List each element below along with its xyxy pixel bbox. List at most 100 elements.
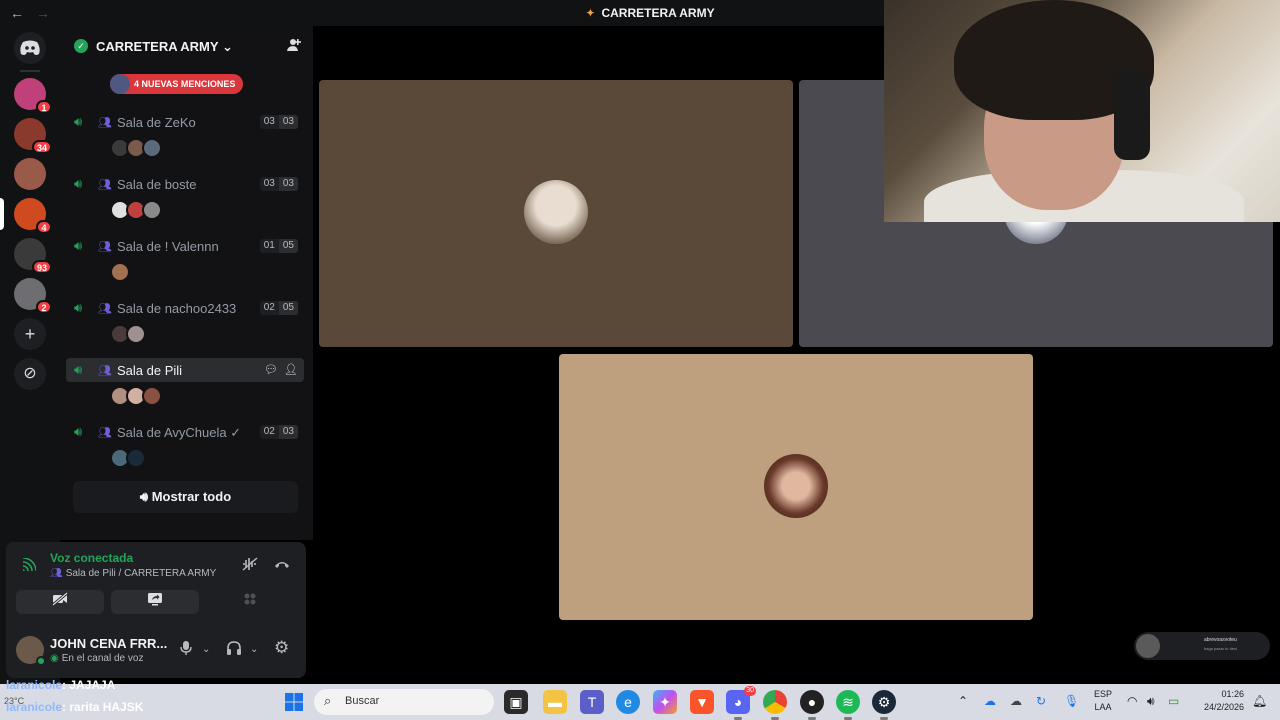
onedrive-icon[interactable]: ☁ [984, 694, 996, 708]
video-tile-1[interactable] [319, 80, 793, 347]
lang-line-1: ESP [1094, 689, 1113, 699]
wifi-icon[interactable]: ◠ [1127, 694, 1137, 708]
microphone-icon[interactable] [180, 640, 192, 659]
teams-icon[interactable]: T [580, 690, 604, 714]
server-icon-4[interactable]: 4 [14, 198, 52, 234]
volume-icon[interactable]: 🔊︎ [1147, 694, 1155, 709]
discover-icon[interactable]: ⊘ [14, 358, 46, 390]
activities-button[interactable] [206, 590, 294, 614]
voice-channel-item[interactable]: 🔊︎ 👥︎ Sala de Pili 💬︎ 👤︎ [66, 358, 304, 382]
group-icon: 👥︎ [98, 427, 112, 439]
channel-name: Sala de ZeKo [117, 115, 196, 130]
voice-channel-item[interactable]: 🔊︎ 👥︎ Sala de nachoo2433 02 05 [66, 296, 304, 320]
microphone-tray-icon[interactable]: 🎙︎ [1064, 694, 1079, 708]
server-header[interactable]: ✓ CARRETERA ARMY ⌄ [60, 26, 313, 66]
voice-channel-item[interactable]: 🔊︎ 👥︎ Sala de AvyChuela ✓ 02 03 [66, 420, 304, 444]
mini-avatar [1136, 634, 1160, 658]
server-flame-icon: ✦ [585, 6, 596, 20]
group-icon: 👥︎ [98, 303, 112, 315]
disconnect-icon[interactable] [274, 557, 290, 573]
user-limit: 03 [278, 425, 298, 439]
voice-status[interactable]: Voz conectada [50, 551, 133, 565]
speaker-icon: 🔊︎ [74, 176, 83, 191]
server-badge: 34 [31, 140, 52, 154]
cloud-sync-icon[interactable]: ☁ [1010, 694, 1022, 708]
invite-user-icon[interactable] [287, 38, 301, 55]
mic-options-chevron-icon[interactable]: ⌄ [202, 644, 210, 655]
server-icon-5[interactable]: 93 [14, 238, 52, 274]
stream-chat-overlay: laranicole: JAJAJA laranicole: rarita HA… [0, 678, 480, 720]
steam-icon[interactable]: ⚙ [872, 690, 896, 720]
audio-options-chevron-icon[interactable]: ⌄ [250, 644, 258, 655]
discord-taskbar-icon[interactable]: ◕ 30 [726, 686, 756, 720]
signal-icon[interactable] [22, 557, 37, 575]
spotify-icon[interactable]: ≋ [836, 690, 860, 720]
system-clock[interactable]: 01:26 24/2/2026 [1198, 688, 1244, 714]
chat-text: : JAJAJA [62, 678, 116, 692]
show-all-button[interactable]: 🔊︎ Mostrar todo [73, 481, 298, 513]
voice-channel-item[interactable]: 🔊︎ 👥︎ Sala de ZeKo 03 03 [66, 110, 304, 134]
speaker-icon: 🔊︎ [74, 238, 83, 253]
channel-name: Sala de AvyChuela ✓ [117, 425, 242, 440]
server-badge: 2 [36, 300, 52, 314]
user-name[interactable]: JOHN CENA FRR... [50, 636, 167, 651]
server-icon-1[interactable]: 1 [14, 78, 52, 114]
server-name-text: CARRETERA ARMY [96, 39, 219, 54]
chat-bubble-icon[interactable]: 💬︎ [264, 364, 278, 376]
channel-name: Sala de ! Valennn [117, 239, 219, 254]
camera-off-button[interactable] [16, 590, 104, 614]
server-icon-3[interactable] [14, 158, 46, 190]
chrome-icon[interactable] [763, 690, 787, 720]
member-avatar[interactable] [110, 262, 130, 282]
member-avatar[interactable] [126, 448, 146, 468]
voice-channel-icon: ◉ [50, 653, 59, 664]
server-icon-6[interactable]: 2 [14, 278, 52, 314]
channel-member-avatars [110, 200, 162, 222]
member-avatar[interactable] [142, 386, 162, 406]
channel-member-avatars [110, 386, 162, 408]
speaker-icon: 🔊︎ [74, 300, 83, 315]
member-avatar[interactable] [142, 138, 162, 158]
file-explorer-icon[interactable]: ▬ [543, 690, 567, 714]
user-avatar[interactable] [16, 636, 46, 666]
headphones-icon[interactable] [226, 640, 242, 659]
mini-line-1: abrevoasvoteu [1204, 637, 1237, 643]
user-limit: 05 [278, 239, 298, 253]
screen-share-button[interactable] [111, 590, 199, 614]
noise-suppression-icon[interactable] [242, 557, 258, 574]
verified-check-icon: ✓ [74, 39, 88, 53]
user-limit-counter: 03 03 [259, 177, 298, 191]
discord-home-icon[interactable] [14, 32, 46, 64]
server-name[interactable]: CARRETERA ARMY ⌄ [96, 39, 233, 55]
refresh-icon[interactable]: ↻ [1036, 694, 1046, 708]
add-server-icon[interactable]: + [14, 318, 46, 350]
server-badge: 4 [36, 220, 52, 234]
participant-avatar-3 [764, 454, 828, 518]
voice-channel-item[interactable]: 🔊︎ 👥︎ Sala de boste 03 03 [66, 172, 304, 196]
settings-gear-icon[interactable]: ⚙ [274, 638, 289, 658]
tray-overflow-chevron-icon[interactable]: ⌃ [958, 694, 968, 708]
notification-bell-icon[interactable]: 🔔︎ [1252, 694, 1267, 708]
channel-member-avatars [110, 448, 146, 470]
member-avatar[interactable] [126, 324, 146, 344]
voice-channel-item[interactable]: 🔊︎ 👥︎ Sala de ! Valennn 01 05 [66, 234, 304, 258]
channel-sidebar: ✓ CARRETERA ARMY ⌄ 4 NUEVAS MENCIONES 🔊︎… [60, 26, 313, 540]
invite-user-icon[interactable]: 👤︎ [284, 364, 298, 376]
obs-icon[interactable]: ● [800, 690, 824, 720]
chevron-down-icon: ⌄ [221, 39, 233, 54]
member-avatar[interactable] [142, 200, 162, 220]
input-language[interactable]: ESP LAA [1094, 688, 1112, 714]
channel-member-avatars [110, 262, 130, 284]
brave-icon[interactable]: ▼ [690, 690, 714, 714]
battery-icon[interactable]: ▭ [1168, 694, 1179, 708]
copilot-icon[interactable]: ✦ [653, 690, 677, 714]
voice-location[interactable]: 👥︎ Sala de Pili / CARRETERA ARMY [50, 568, 216, 579]
user-limit-counter: 03 03 [259, 115, 298, 129]
video-tile-3[interactable] [559, 354, 1033, 620]
edge-icon[interactable]: e [616, 690, 640, 714]
server-icon-2[interactable]: 34 [14, 118, 52, 154]
new-mentions-pill[interactable]: 4 NUEVAS MENCIONES [110, 74, 244, 94]
webcam-overlay [884, 0, 1280, 222]
mini-participant-widget[interactable]: abrevoasvoteu haga pasar tu desi [1134, 632, 1270, 660]
task-view-icon[interactable]: ▣ [504, 690, 528, 714]
